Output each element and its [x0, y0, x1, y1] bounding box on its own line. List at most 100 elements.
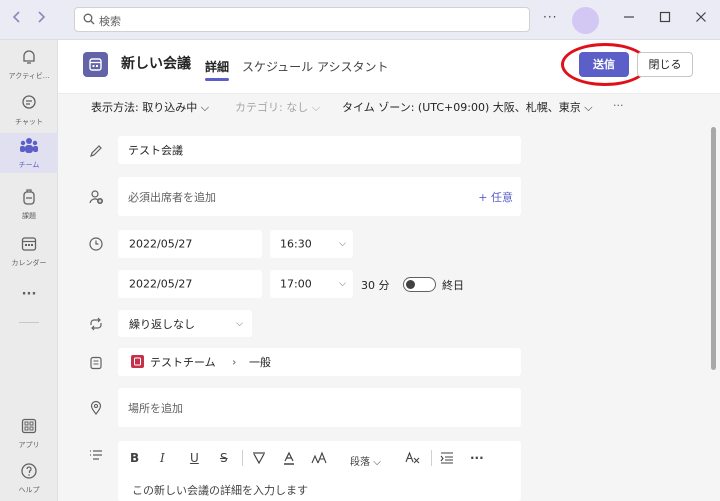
channel-selector[interactable]: テストチーム › 一般: [118, 348, 521, 376]
chevron-down-icon: ⌵: [584, 101, 593, 114]
strikethrough-button[interactable]: S: [220, 451, 228, 465]
avatar[interactable]: [572, 7, 599, 34]
toolbar-divider: [431, 450, 432, 466]
chevron-down-icon: ⌵: [373, 457, 381, 468]
timezone-label: タイム ゾーン: (UTC+09:00) 大阪、札幌、東京: [342, 101, 581, 114]
location-placeholder: 場所を追加: [128, 401, 183, 415]
rail-label: アプリ: [18, 441, 40, 449]
chevron-right-icon: ›: [232, 355, 237, 369]
font-size-icon[interactable]: [311, 451, 327, 468]
details-editor[interactable]: B I U S 段落 ⌵ ··· この新しい会議の詳細を入力します: [118, 441, 521, 501]
back-arrow-icon[interactable]: [12, 10, 22, 28]
rail-divider: [19, 322, 39, 323]
scrollbar-thumb[interactable]: [711, 127, 716, 370]
channel-icon: [88, 355, 104, 371]
end-time-value: 17:00: [280, 277, 312, 291]
rail-label: カレンダー: [11, 259, 47, 267]
minimize-icon[interactable]: [623, 11, 635, 26]
timezone-dropdown[interactable]: タイム ゾーン: (UTC+09:00) 大阪、札幌、東京 ⌵: [342, 99, 593, 115]
chevron-down-icon: ⌵: [339, 239, 346, 249]
chevron-down-icon: ⌵: [311, 101, 321, 114]
font-color-icon[interactable]: [282, 451, 296, 468]
duration-label: 30 分: [361, 279, 390, 292]
show-as-label: 表示方法: 取り込み中: [91, 101, 198, 114]
paragraph-dropdown[interactable]: 段落 ⌵: [350, 453, 381, 468]
location-input[interactable]: 場所を追加: [118, 388, 521, 427]
end-date-value: 2022/05/27: [129, 277, 193, 291]
maximize-icon[interactable]: [659, 11, 671, 26]
forward-arrow-icon[interactable]: [36, 10, 46, 28]
clear-format-icon[interactable]: [405, 451, 421, 468]
rail-item-chat[interactable]: チャット: [0, 94, 58, 127]
optional-attendees-link[interactable]: + 任意: [478, 189, 513, 205]
start-time-picker[interactable]: 16:30 ⌵: [270, 230, 353, 258]
close-window-icon[interactable]: [695, 11, 707, 26]
calendar-badge-icon: [83, 52, 108, 77]
chevron-down-icon: ⌵: [236, 318, 243, 329]
details-placeholder: この新しい会議の詳細を入力します: [132, 484, 308, 497]
allday-label: 終日: [442, 279, 464, 292]
toolbar-divider: [242, 450, 243, 466]
toolbar-more-button[interactable]: ···: [470, 451, 484, 465]
rail-item-activity[interactable]: アクティビ...: [0, 48, 58, 81]
bell-icon: [20, 50, 38, 69]
start-time-value: 16:30: [280, 237, 312, 251]
rail-more-apps[interactable]: ···: [0, 287, 58, 302]
close-button[interactable]: 閉じる: [637, 52, 693, 77]
highlight-annotation: [561, 43, 649, 86]
title-value: テスト会議: [128, 144, 183, 157]
add-person-icon: [88, 189, 104, 205]
category-dropdown[interactable]: カテゴリ: なし ⌵: [235, 99, 320, 115]
underline-button[interactable]: U: [190, 451, 199, 465]
rail-item-calendar[interactable]: カレンダー: [0, 235, 58, 268]
repeat-value: 繰り返しなし: [129, 317, 195, 331]
title-bar: 検索 ···: [0, 0, 720, 40]
toggle-knob: [406, 280, 415, 289]
title-input[interactable]: テスト会議: [118, 136, 521, 164]
rail-label: 課題: [22, 212, 36, 220]
help-icon: [20, 463, 38, 483]
channel-team-name: テストチーム: [150, 356, 216, 369]
start-date-value: 2022/05/27: [129, 237, 193, 251]
highlight-icon[interactable]: [252, 451, 266, 468]
rail-item-assignments[interactable]: 課題: [0, 188, 58, 221]
allday-toggle[interactable]: [403, 277, 436, 292]
rail-label: ヘルプ: [18, 486, 40, 494]
rail-item-apps[interactable]: アプリ: [0, 417, 58, 450]
tab-scheduling-assistant[interactable]: スケジュール アシスタント: [242, 58, 389, 75]
italic-button[interactable]: I: [160, 451, 165, 465]
end-time-picker[interactable]: 17:00 ⌵: [270, 270, 353, 298]
chevron-down-icon: ⌵: [339, 279, 346, 289]
tab-details[interactable]: 詳細: [205, 58, 229, 75]
show-as-dropdown[interactable]: 表示方法: 取り込み中 ⌵: [91, 99, 209, 115]
location-pin-icon: [88, 400, 104, 416]
bold-button[interactable]: B: [130, 451, 139, 465]
more-options-button[interactable]: ···: [543, 10, 557, 24]
team-avatar-icon: [131, 355, 144, 368]
apps-icon: [20, 418, 38, 438]
teams-icon: [19, 138, 39, 158]
category-label: カテゴリ: なし: [235, 101, 309, 114]
backpack-icon: [20, 189, 38, 209]
chevron-down-icon: ⌵: [200, 101, 210, 114]
indent-icon[interactable]: [440, 451, 454, 468]
search-input[interactable]: 検索: [74, 7, 530, 32]
start-date-picker[interactable]: 2022/05/27: [118, 230, 262, 258]
rail-item-help[interactable]: ヘルプ: [0, 462, 58, 495]
end-date-picker[interactable]: 2022/05/27: [118, 270, 262, 298]
paragraph-label: 段落: [350, 457, 370, 468]
rail-label: アクティビ...: [8, 72, 50, 80]
attendees-input[interactable]: 必須出席者を追加 + 任意: [118, 177, 521, 216]
rail-item-teams[interactable]: チーム: [0, 133, 58, 173]
options-more-button[interactable]: ···: [613, 99, 624, 112]
search-placeholder: 検索: [99, 15, 121, 28]
repeat-dropdown[interactable]: 繰り返しなし ⌵: [118, 310, 252, 337]
rail-label: チーム: [18, 161, 40, 169]
search-icon: [83, 13, 95, 28]
tab-active-underline: [205, 78, 229, 81]
repeat-icon: [88, 316, 104, 332]
clock-icon: [88, 236, 104, 252]
channel-name: 一般: [249, 356, 271, 369]
chat-icon: [20, 95, 38, 115]
pencil-icon: [88, 143, 104, 159]
